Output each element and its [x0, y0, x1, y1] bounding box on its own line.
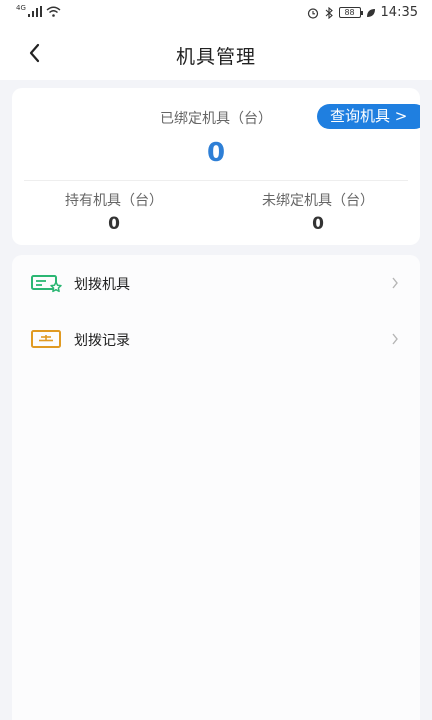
held-devices-stat: 持有机具（台） 0: [12, 190, 216, 234]
held-devices-label: 持有机具（台）: [65, 193, 163, 209]
summary-card: 已绑定机具（台） 0 查询机具 > 持有机具（台） 0 未绑定机具（台） 0: [12, 88, 420, 245]
chevron-right-icon: [392, 277, 398, 289]
leaf-icon: [366, 8, 375, 17]
status-bar: 4G 88 14:35: [0, 0, 432, 28]
menu-card: 划拨机具 划拨记录: [12, 255, 420, 720]
unbound-devices-value: 0: [312, 214, 324, 234]
divider: [24, 180, 408, 181]
unbound-devices-stat: 未绑定机具（台） 0: [216, 190, 420, 234]
status-right: 88 14:35: [307, 5, 418, 20]
bluetooth-icon: [325, 6, 333, 19]
page-title: 机具管理: [175, 46, 256, 68]
signal-icon: [27, 6, 42, 17]
alarm-icon: [307, 7, 318, 19]
transfer-device-icon: [31, 275, 62, 293]
menu-item-label: 划拨机具: [74, 277, 130, 293]
app-header: 机具管理: [0, 28, 432, 80]
query-devices-button[interactable]: 查询机具 >: [317, 104, 420, 129]
unbound-devices-label: 未绑定机具（台）: [262, 193, 374, 209]
battery-level: 88: [344, 8, 355, 17]
bound-devices-value: 0: [206, 138, 226, 168]
chevron-right-icon: [392, 333, 398, 345]
menu-item-transfer-device[interactable]: 划拨机具: [12, 255, 420, 311]
status-left: 4G: [16, 4, 61, 17]
held-devices-value: 0: [108, 214, 120, 234]
clock: 14:35: [380, 5, 418, 20]
menu-item-transfer-record[interactable]: 划拨记录: [12, 311, 420, 367]
network-type: 4G: [16, 4, 26, 12]
transfer-record-icon: [31, 330, 61, 348]
battery-icon: 88: [338, 7, 363, 18]
wifi-icon: [46, 6, 61, 17]
menu-item-label: 划拨记录: [74, 333, 130, 349]
